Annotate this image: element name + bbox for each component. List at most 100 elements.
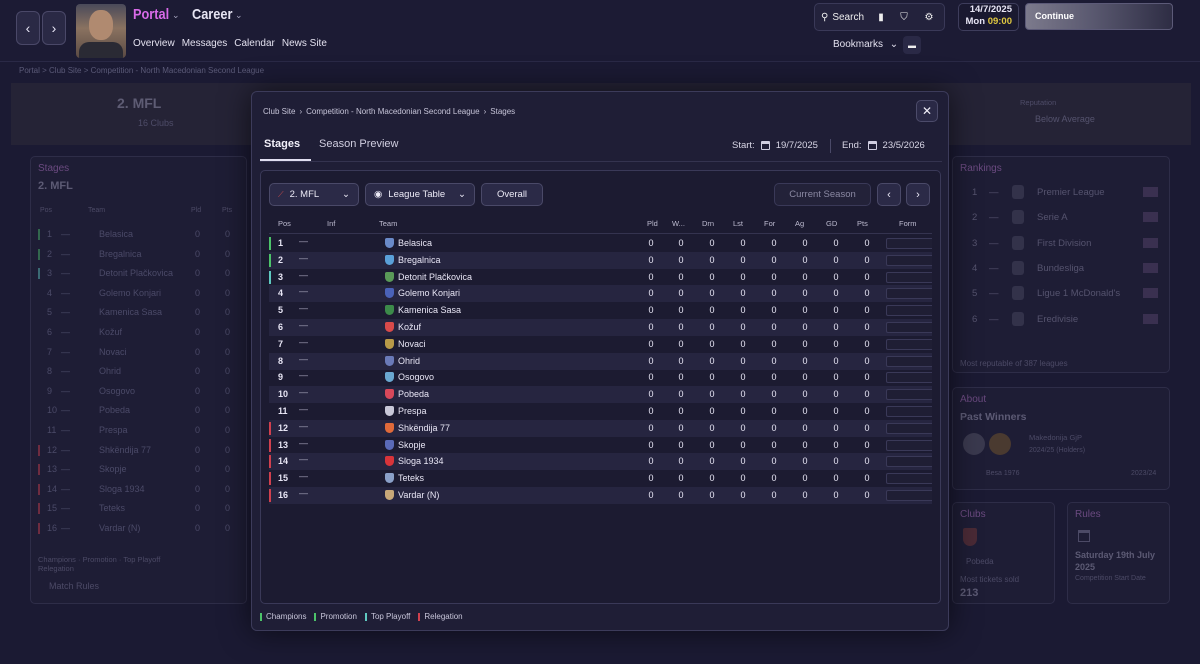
calendar-icon bbox=[867, 141, 877, 150]
col-header[interactable]: Lst bbox=[733, 219, 743, 228]
col-header[interactable]: GD bbox=[826, 219, 837, 228]
team-name[interactable]: Kožuf bbox=[398, 322, 421, 332]
team-name[interactable]: Detonit Plačkovica bbox=[398, 272, 472, 282]
stat-cell: 0 bbox=[771, 490, 777, 500]
bookmark-button[interactable]: ▮ bbox=[870, 5, 892, 29]
team-name[interactable]: Bregalnica bbox=[398, 255, 441, 265]
next-season-button[interactable]: › bbox=[906, 183, 930, 206]
stat-cell: 0 bbox=[864, 355, 870, 366]
col-header[interactable]: Pos bbox=[278, 219, 291, 228]
table-row[interactable]: 7 — Novaci 0 0 0 0 0 0 0 0 bbox=[269, 336, 932, 353]
team-name[interactable]: Skopje bbox=[398, 440, 426, 450]
bg-row-pts: 0 bbox=[225, 366, 231, 377]
stat-cell: 0 bbox=[802, 389, 808, 400]
col-header[interactable]: Pts bbox=[857, 219, 868, 228]
stat-cell: 0 bbox=[678, 456, 684, 467]
portal-menu[interactable]: Portal bbox=[133, 6, 169, 23]
col-header[interactable]: Pld bbox=[647, 219, 658, 228]
ranking-pos: 2 bbox=[972, 212, 978, 224]
clubs-count: 16 Clubs bbox=[138, 118, 174, 128]
team-name[interactable]: Novaci bbox=[398, 339, 426, 349]
table-row[interactable]: 15 — Teteks 0 0 0 0 0 0 0 0 bbox=[269, 470, 932, 487]
crumb-competition[interactable]: Competition - North Macedonian Second Le… bbox=[306, 107, 479, 116]
view-dropdown[interactable]: ◉ League Table ⌄ bbox=[365, 183, 475, 206]
row-position: 9 bbox=[278, 372, 284, 383]
col-header[interactable]: Inf bbox=[327, 219, 335, 228]
table-row[interactable]: 10 — Pobeda 0 0 0 0 0 0 0 0 bbox=[269, 386, 932, 404]
team-name[interactable]: Prespa bbox=[398, 406, 427, 416]
col-header[interactable]: Drn bbox=[702, 219, 714, 228]
nav-messages[interactable]: Messages bbox=[182, 38, 228, 49]
table-row[interactable]: 12 — Shkëndija 77 0 0 0 0 0 0 0 0 bbox=[269, 419, 932, 437]
stat-cell: 0 bbox=[833, 271, 839, 282]
table-row[interactable]: 8 — Ohrid 0 0 0 0 0 0 0 0 bbox=[269, 352, 932, 370]
career-menu[interactable]: Career bbox=[192, 6, 232, 23]
zone-marker bbox=[269, 489, 271, 502]
tab-season-preview[interactable]: Season Preview bbox=[319, 138, 399, 150]
back-button[interactable]: ‹ bbox=[16, 11, 40, 45]
stat-cell: 0 bbox=[648, 254, 654, 265]
chat-button[interactable]: ▬ bbox=[903, 36, 921, 54]
team-name[interactable]: Belasica bbox=[398, 238, 432, 248]
table-row[interactable]: 9 — Osogovo 0 0 0 0 0 0 0 0 bbox=[269, 369, 932, 386]
team-name[interactable]: Osogovo bbox=[398, 372, 434, 382]
previous-season-button[interactable]: ‹ bbox=[877, 183, 901, 206]
ranking-league: Eredivisie bbox=[1037, 313, 1079, 325]
club-button[interactable]: ⛉ bbox=[893, 5, 915, 29]
stat-cell: 0 bbox=[802, 406, 808, 416]
crumb-club-site[interactable]: Club Site bbox=[263, 107, 295, 116]
table-row[interactable]: 13 — Skopje 0 0 0 0 0 0 0 0 bbox=[269, 437, 932, 454]
close-button[interactable]: ✕ bbox=[916, 100, 938, 122]
crumb-portal: Portal bbox=[19, 66, 40, 75]
competition-dropdown[interactable]: ⟋ 2. MFL ⌄ bbox=[269, 183, 359, 206]
game-date[interactable]: 14/7/2025 Mon 09:00 bbox=[958, 3, 1019, 31]
zone-marker bbox=[38, 248, 40, 260]
table-row[interactable]: 16 — Vardar (N) 0 0 0 0 0 0 0 0 bbox=[269, 487, 932, 504]
table-row[interactable]: 11 — Prespa 0 0 0 0 0 0 0 0 bbox=[269, 403, 932, 420]
table-row[interactable]: 4 — Golemo Konjari 0 0 0 0 0 0 0 0 bbox=[269, 285, 932, 303]
table-row[interactable]: 1 — Belasica 0 0 0 0 0 0 0 0 bbox=[269, 235, 932, 252]
nav-news-site[interactable]: News Site bbox=[282, 38, 327, 49]
stat-cell: 0 bbox=[709, 389, 715, 400]
nav-overview[interactable]: Overview bbox=[133, 38, 175, 49]
overall-button[interactable]: Overall bbox=[481, 183, 543, 206]
nav-calendar[interactable]: Calendar bbox=[234, 38, 275, 49]
col-header[interactable]: W... bbox=[672, 219, 685, 228]
form-cell bbox=[886, 322, 932, 333]
bookmarks-menu[interactable]: Bookmarks ⌄ bbox=[833, 39, 898, 50]
table-row[interactable]: 14 — Sloga 1934 0 0 0 0 0 0 0 0 bbox=[269, 453, 932, 471]
settings-button[interactable]: ⚙ bbox=[918, 5, 940, 29]
forward-button[interactable]: › bbox=[42, 11, 66, 45]
bg-row-team: Belasica bbox=[99, 229, 134, 239]
continue-button[interactable]: Continue bbox=[1025, 3, 1173, 30]
team-name[interactable]: Pobeda bbox=[398, 389, 429, 399]
chevron-down-icon[interactable]: ⌄ bbox=[172, 10, 180, 21]
table-row[interactable]: 6 — Kožuf 0 0 0 0 0 0 0 0 bbox=[269, 319, 932, 336]
col-header[interactable]: Form bbox=[899, 219, 917, 228]
col-header[interactable]: For bbox=[764, 219, 775, 228]
manager-avatar[interactable] bbox=[76, 4, 126, 58]
chevron-down-icon[interactable]: ⌄ bbox=[235, 10, 243, 21]
table-row[interactable]: 2 — Bregalnica 0 0 0 0 0 0 0 0 bbox=[269, 251, 932, 269]
team-name[interactable]: Kamenica Sasa bbox=[398, 305, 461, 315]
team-name[interactable]: Shkëndija 77 bbox=[398, 423, 450, 433]
tab-stages[interactable]: Stages bbox=[264, 138, 300, 150]
search-button[interactable]: ⚲ Search bbox=[815, 5, 869, 29]
league-logo-icon bbox=[1012, 286, 1024, 301]
table-row[interactable]: 5 — Kamenica Sasa 0 0 0 0 0 0 0 0 bbox=[269, 302, 932, 319]
bg-row-pts: 0 bbox=[225, 405, 231, 416]
team-name[interactable]: Golemo Konjari bbox=[398, 288, 460, 298]
bg-row-pos: 6 bbox=[47, 327, 53, 337]
table-row[interactable]: 3 — Detonit Plačkovica 0 0 0 0 0 0 0 0 bbox=[269, 269, 932, 286]
col-header[interactable]: Team bbox=[379, 219, 397, 228]
team-name[interactable]: Teteks bbox=[398, 473, 424, 483]
team-name[interactable]: Ohrid bbox=[398, 356, 420, 366]
bg-row-team: Bregalnica bbox=[99, 248, 142, 259]
match-rules-button[interactable]: Match Rules bbox=[49, 581, 99, 591]
team-name[interactable]: Vardar (N) bbox=[398, 490, 439, 500]
team-name[interactable]: Sloga 1934 bbox=[398, 456, 444, 466]
col-header[interactable]: Ag bbox=[795, 219, 804, 228]
current-season-button[interactable]: Current Season bbox=[774, 183, 871, 206]
row-position: 12 bbox=[278, 422, 289, 433]
stat-cell: 0 bbox=[802, 271, 808, 282]
